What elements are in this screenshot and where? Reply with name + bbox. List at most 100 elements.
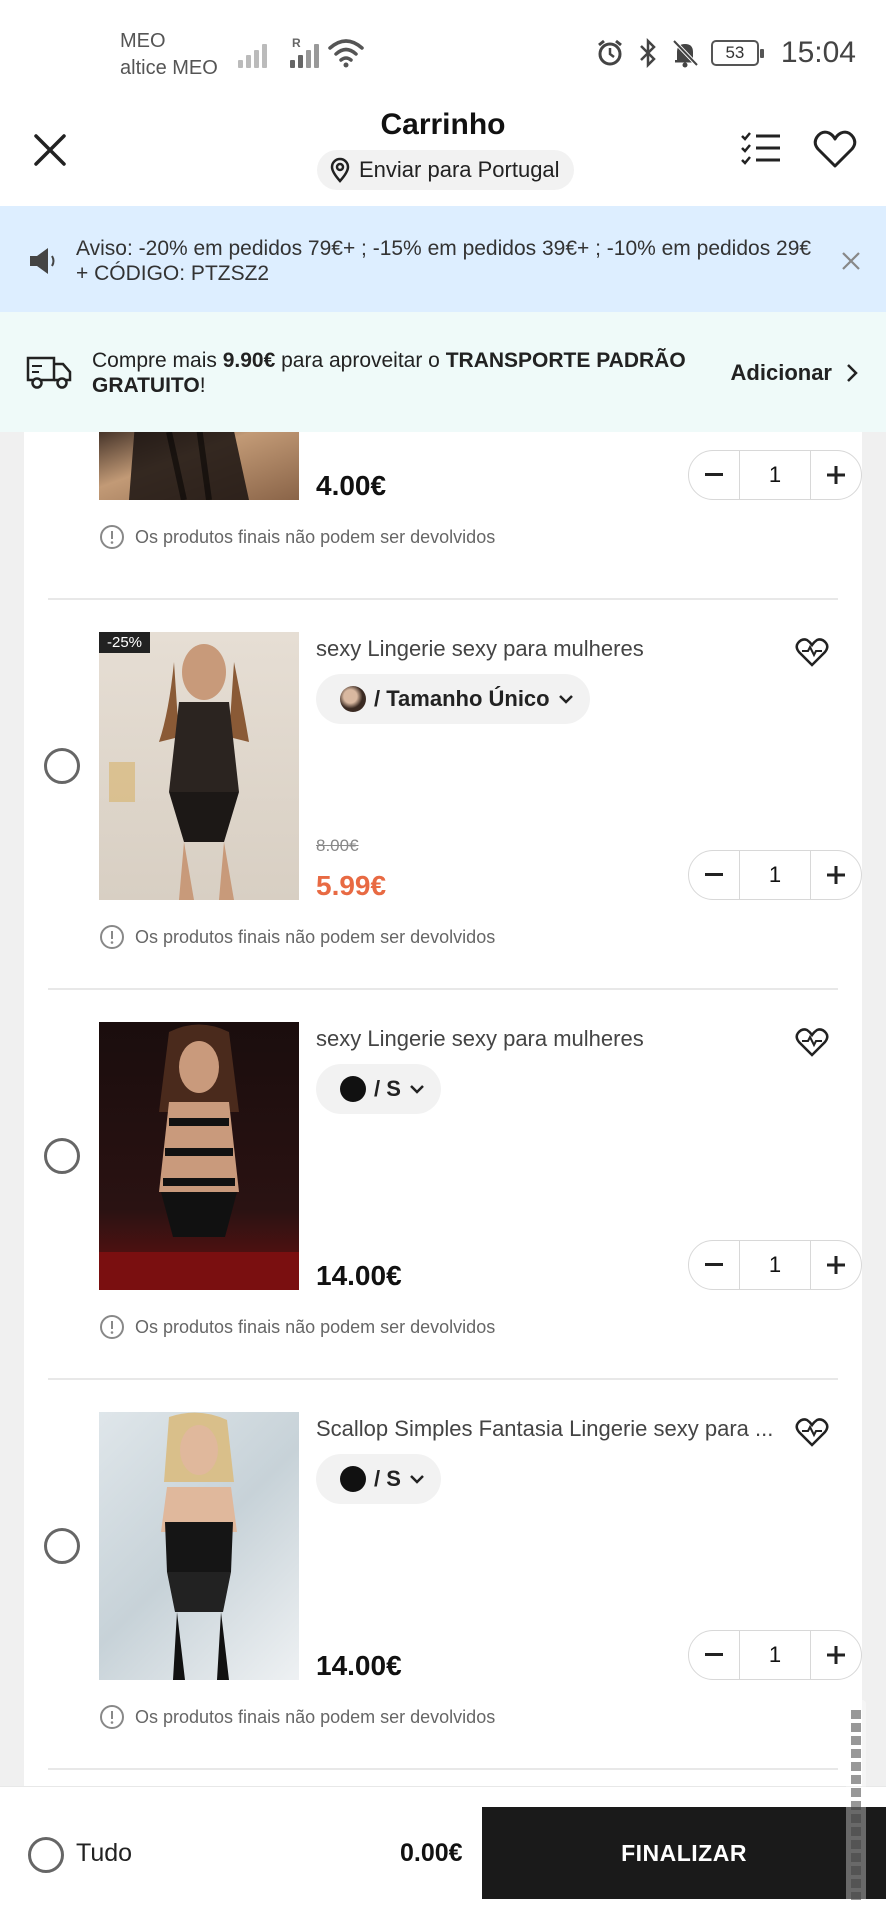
decrease-button[interactable] xyxy=(689,851,739,899)
alert-circle-icon xyxy=(100,525,124,549)
ship-to-label: Enviar para Portugal xyxy=(359,157,560,182)
quantity-stepper: 1 xyxy=(688,850,862,900)
item-select-radio[interactable] xyxy=(44,1138,80,1174)
alert-circle-icon xyxy=(100,1315,124,1339)
increase-button[interactable] xyxy=(811,1631,861,1679)
add-more-label: Adicionar xyxy=(730,360,832,385)
clock: 15:04 xyxy=(780,36,856,69)
carrier-name: MEO xyxy=(120,30,166,52)
item-price: 5.99€ xyxy=(316,870,387,901)
variant-selector[interactable]: / S xyxy=(316,1064,441,1114)
wishlist-heart-icon[interactable] xyxy=(794,636,830,668)
wishlist-heart-icon[interactable] xyxy=(794,1416,830,1448)
truck-icon xyxy=(26,356,72,389)
color-swatch xyxy=(340,1076,366,1102)
item-title[interactable]: sexy Lingerie sexy para mulheres xyxy=(316,1026,776,1052)
product-image[interactable] xyxy=(99,432,299,500)
battery-level: 53 xyxy=(725,43,745,62)
wifi-icon xyxy=(328,39,364,68)
final-sale-text: Os produtos finais não podem ser devolvi… xyxy=(135,1706,496,1727)
wishlist-heart-icon[interactable] xyxy=(794,1026,830,1058)
plus-icon xyxy=(827,466,845,484)
checkout-button[interactable]: FINALIZAR xyxy=(482,1807,886,1899)
signal-icon xyxy=(238,38,267,68)
chevron-down-icon xyxy=(410,1085,424,1094)
quantity-stepper: 1 xyxy=(688,1240,862,1290)
item-title[interactable]: Scallop Simples Fantasia Lingerie sexy p… xyxy=(316,1416,776,1442)
increase-button[interactable] xyxy=(811,451,861,499)
carrier-info: MEO altice MEO xyxy=(120,28,218,82)
item-price: 14.00€ xyxy=(316,1650,402,1681)
ship-to-selector[interactable]: Enviar para Portugal xyxy=(317,150,574,190)
minus-icon xyxy=(705,473,723,476)
item-divider xyxy=(48,988,838,990)
free-shipping-banner: Compre mais 9.90€ para aproveitar o TRAN… xyxy=(0,312,886,432)
cart-total: 0.00€ xyxy=(400,1839,463,1867)
item-divider xyxy=(48,1378,838,1380)
increase-button[interactable] xyxy=(811,1241,861,1289)
add-more-button[interactable]: Adicionar xyxy=(731,360,858,386)
item-divider xyxy=(48,598,838,600)
status-icons: 53 15:04 xyxy=(595,36,856,70)
variant-selector[interactable]: / Tamanho Único xyxy=(316,674,590,724)
quantity-stepper: 1 xyxy=(688,1630,862,1680)
product-photo-placeholder xyxy=(161,1412,237,1680)
free-shipping-amount: 9.90€ xyxy=(222,349,276,372)
chevron-down-icon xyxy=(558,695,573,704)
status-bar: MEO altice MEO R 53 15:04 xyxy=(0,0,886,100)
item-select-radio[interactable] xyxy=(44,1528,80,1564)
promo-notice-banner: Aviso: -20% em pedidos 79€+ ; -15% em pe… xyxy=(0,206,886,312)
product-image[interactable]: -25% xyxy=(99,632,299,900)
quantity-value[interactable]: 1 xyxy=(739,1241,811,1289)
chevron-right-icon xyxy=(847,364,858,382)
watermark-logo xyxy=(846,1700,866,1910)
free-shipping-prefix: Compre mais xyxy=(92,349,223,372)
decrease-button[interactable] xyxy=(689,451,739,499)
minus-icon xyxy=(705,873,723,876)
discount-badge: -25% xyxy=(99,632,151,653)
quantity-value[interactable]: 1 xyxy=(739,451,811,499)
final-sale-note: Os produtos finais não podem ser devolvi… xyxy=(99,1314,495,1340)
product-photo-placeholder xyxy=(109,644,249,900)
checkout-bar: Tudo 0.00€ FINALIZAR xyxy=(0,1786,886,1920)
color-swatch xyxy=(340,686,366,712)
item-select-radio[interactable] xyxy=(44,748,80,784)
item-divider xyxy=(48,1768,838,1770)
free-shipping-suffix: ! xyxy=(199,374,206,397)
variant-label: / Tamanho Único xyxy=(374,686,550,711)
decrease-button[interactable] xyxy=(689,1631,739,1679)
final-sale-text: Os produtos finais não podem ser devolvi… xyxy=(135,526,496,547)
battery-icon: 53 xyxy=(710,40,764,66)
select-all-label[interactable]: Tudo xyxy=(76,1839,132,1868)
quantity-value[interactable]: 1 xyxy=(739,1631,811,1679)
final-sale-note: Os produtos finais não podem ser devolvi… xyxy=(99,1704,495,1730)
variant-label: / S xyxy=(374,1466,401,1491)
alert-circle-icon xyxy=(100,1705,124,1729)
minus-icon xyxy=(705,1653,723,1656)
heart-icon[interactable] xyxy=(812,126,858,172)
cart-header: Carrinho Enviar para Portugal xyxy=(0,100,886,206)
variant-selector[interactable]: / S xyxy=(316,1454,441,1504)
increase-button[interactable] xyxy=(811,851,861,899)
decrease-button[interactable] xyxy=(689,1241,739,1289)
checklist-icon[interactable] xyxy=(738,126,784,172)
quantity-value[interactable]: 1 xyxy=(739,851,811,899)
color-swatch xyxy=(340,1466,366,1492)
original-price: 8.00€ xyxy=(316,836,359,855)
item-price: 4.00€ xyxy=(316,470,387,501)
plus-icon xyxy=(827,1256,845,1274)
item-title[interactable]: sexy Lingerie sexy para mulheres xyxy=(316,636,776,662)
bluetooth-icon xyxy=(640,38,656,68)
product-image[interactable] xyxy=(99,1412,299,1680)
cart-item: sexy Lingerie sexy para mulheres / S 14.… xyxy=(24,1022,862,1412)
cart-item-list[interactable]: 4.00€ 1 Os produtos finais não podem ser… xyxy=(0,432,886,1786)
close-icon[interactable] xyxy=(840,250,862,272)
plus-icon xyxy=(827,866,845,884)
final-sale-text: Os produtos finais não podem ser devolvi… xyxy=(135,1316,496,1337)
carrier-network: altice MEO xyxy=(120,57,218,79)
item-price: 14.00€ xyxy=(316,1260,402,1291)
product-image[interactable] xyxy=(99,1022,299,1290)
free-shipping-text: Compre mais 9.90€ para aproveitar o TRAN… xyxy=(92,348,712,398)
minus-icon xyxy=(705,1263,723,1266)
select-all-radio[interactable] xyxy=(28,1837,64,1873)
